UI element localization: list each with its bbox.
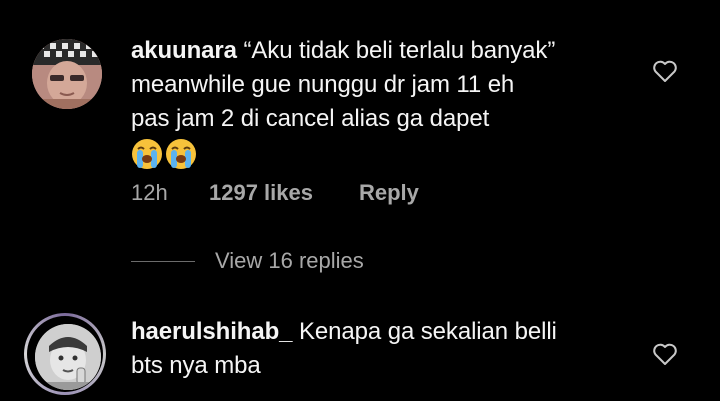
divider-line <box>131 260 195 262</box>
comment-body-line: meanwhile gue nunggu dr jam 11 eh <box>131 71 515 98</box>
comment-text: akuunara “Aku tidak beli terlalu banyak”… <box>131 34 631 170</box>
comment-timestamp: 12h <box>131 180 168 205</box>
reply-button[interactable]: Reply <box>359 180 419 206</box>
avatar[interactable] <box>32 39 102 109</box>
comment-item: akuunara “Aku tidak beli terlalu banyak”… <box>0 0 720 290</box>
comment-body-line: Kenapa ga sekalian belli <box>299 318 557 345</box>
heart-outline-icon[interactable] <box>652 342 678 366</box>
view-replies-button[interactable]: View 16 replies <box>131 248 364 274</box>
comment-username[interactable]: akuunara <box>131 37 237 64</box>
story-ring-gap <box>27 316 103 392</box>
comment-body-line: pas jam 2 di cancel alias ga dapet <box>131 105 490 132</box>
avatar-image <box>35 324 101 390</box>
loudly-crying-face-icon <box>166 139 196 169</box>
heart-outline-icon[interactable] <box>652 59 678 83</box>
comment-body-line: bts nya mba <box>131 352 261 379</box>
comment-username[interactable]: haerulshihab_ <box>131 318 293 345</box>
loudly-crying-face-icon <box>132 139 162 169</box>
view-replies-label: View 16 replies <box>215 248 364 273</box>
avatar-image <box>32 39 102 109</box>
comment-text: haerulshihab_ Kenapa ga sekalian belli b… <box>131 315 631 383</box>
story-ring[interactable] <box>24 313 106 395</box>
likes-count[interactable]: 1297 likes <box>209 180 359 206</box>
emoji-row <box>131 138 631 170</box>
avatar[interactable] <box>35 324 101 390</box>
comment-meta: 12h 1297 likes Reply <box>131 180 419 206</box>
comment-body-line: “Aku tidak beli terlalu banyak” <box>243 37 556 64</box>
